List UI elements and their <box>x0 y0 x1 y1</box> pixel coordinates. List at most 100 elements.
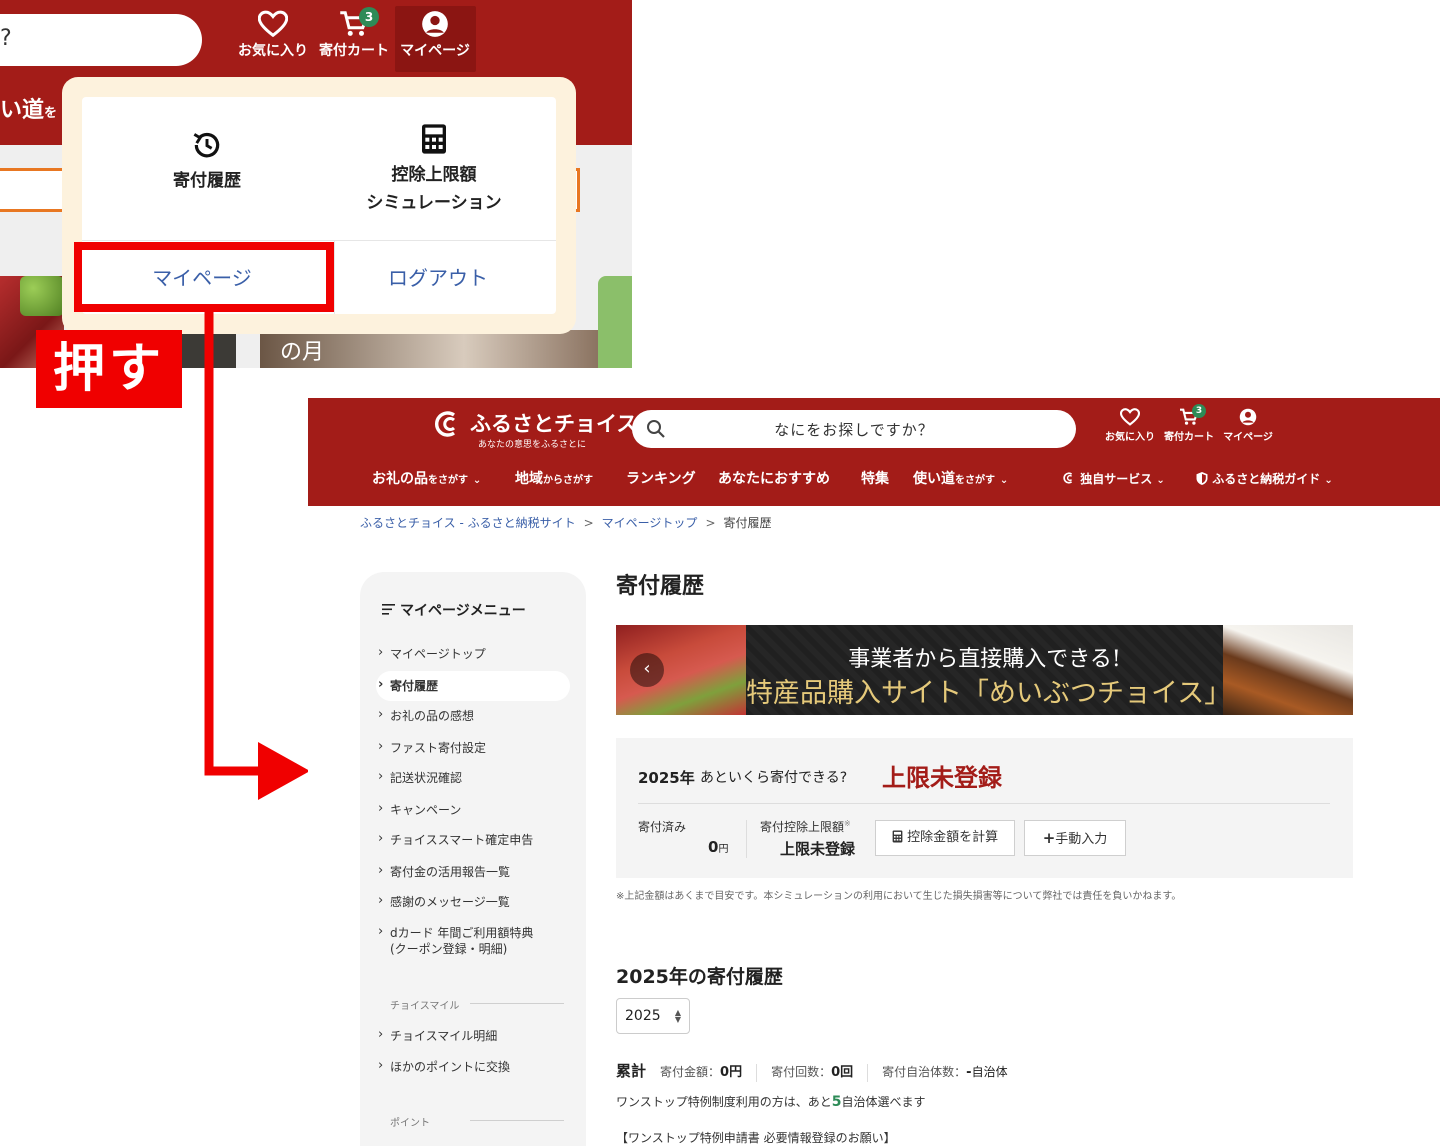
history-title: 2025年の寄付履歴 <box>616 966 783 988</box>
photo-card <box>180 330 236 368</box>
dropdown-divider-vertical <box>334 240 335 314</box>
logout-link[interactable]: ログアウト <box>338 262 538 291</box>
manual-input-button[interactable]: +手動入力 <box>1024 820 1126 856</box>
donated-amount: 0 <box>708 838 719 856</box>
nav-gifts-main: お礼の品 <box>372 471 428 487</box>
site-header: ふるさとチョイス あなたの意思をふるさとに なにをお探しですか？ お気に入り 寄… <box>308 398 1440 506</box>
nav-gifts[interactable]: お礼の品をさがす ⌄ <box>372 468 481 488</box>
onestop-pre: ワンストップ特例制度利用の方は、あと <box>616 1095 832 1109</box>
favorites-button[interactable]: お気に入り <box>1100 408 1160 443</box>
sidebar-item-reviews[interactable]: お礼の品の感想 <box>378 707 474 724</box>
donated-value: 0円 <box>708 838 728 856</box>
simulation-label-line1: 控除上限額 <box>391 165 477 185</box>
sidebar-item-mile-detail[interactable]: チョイスマイル明細 <box>378 1027 497 1044</box>
limit-simulation-box: 2025年 あといくら寄付できる? 上限未登録 寄付済み 0円 寄付控除上限額※… <box>616 738 1353 878</box>
chevron-down-icon: ⌄ <box>1324 475 1333 486</box>
sidebar-item-fast-donation[interactable]: ファスト寄付設定 <box>378 739 486 756</box>
dropdown-divider <box>82 240 556 241</box>
push-callout: 押す <box>36 330 182 408</box>
calculate-deduction-button[interactable]: 控除金額を計算 <box>875 820 1015 856</box>
cart-count-badge: 3 <box>359 7 379 27</box>
mypage-button[interactable]: マイページ <box>1218 408 1278 443</box>
heart-icon <box>1120 408 1140 426</box>
limit-simulation-menu-item[interactable]: 控除上限額 シミュレーション <box>344 123 524 217</box>
favorites-button[interactable]: お気に入り <box>233 10 313 60</box>
sidebar-item-dcard[interactable]: dカード 年間ご利用額特典 (クーポン登録・明細) <box>378 924 534 957</box>
sidebar-title: マイページメニュー <box>382 600 526 620</box>
sidebar-item-point-exchange[interactable]: ほかのポイントに交換 <box>378 1058 510 1075</box>
nav-guide[interactable]: ふるさと納税ガイド ⌄ <box>1196 470 1333 487</box>
breadcrumb-separator: > <box>583 516 594 530</box>
dcard-line1: dカード 年間ご利用額特典 <box>390 926 534 940</box>
count-label: 寄付回数： <box>771 1065 832 1079</box>
page-title: 寄付履歴 <box>616 574 705 599</box>
sidebar-item-donation-history[interactable]: 寄付履歴 <box>378 677 438 694</box>
search-input[interactable]: なにをお探しですか？ <box>632 410 1076 448</box>
history-label: 寄付履歴 <box>173 171 241 191</box>
donation-history-menu-item[interactable]: 寄付履歴 <box>122 129 292 195</box>
sidebar-item-usage-reports[interactable]: 寄付金の活用報告一覧 <box>378 863 510 880</box>
sidebar-item-shipping[interactable]: 記送状況確認 <box>378 769 462 786</box>
chevron-down-icon: ⌄ <box>1156 475 1165 486</box>
sidebar-item-messages[interactable]: 感謝のメッセージ一覧 <box>378 893 510 910</box>
onestop-post: 自治体選べます <box>841 1095 926 1109</box>
donated-label: 寄付済み <box>638 820 687 834</box>
search-input-fragment[interactable]: ? <box>0 14 202 66</box>
sidebar-item-tax-return[interactable]: チョイススマート確定申告 <box>378 831 533 848</box>
onestop-info: ワンストップ特例制度利用の方は、あと5自治体選べます <box>616 1093 926 1110</box>
muni-label: 寄付自治体数： <box>882 1065 967 1079</box>
limit-note-mark: ※ <box>844 819 851 828</box>
usage-text-small: を <box>44 106 58 121</box>
nav-usage[interactable]: 使い道をさがす ⌄ <box>913 468 1008 488</box>
sidebar-section-line <box>470 1003 564 1004</box>
nav-usage-sub: をさがす <box>955 475 995 486</box>
usage-text: い道 <box>0 98 45 123</box>
highlight-box <box>74 242 334 312</box>
nav-ranking[interactable]: ランキング <box>626 468 696 488</box>
main-nav: お礼の品をさがす ⌄ 地域からさがす ランキング あなたにおすすめ 特集 使い道… <box>308 466 1440 494</box>
meibutsu-banner[interactable]: 事業者から直接購入できる! 特産品購入サイト「めいぶつチョイス」 ‹ <box>616 625 1353 715</box>
breadcrumb-current: 寄付履歴 <box>723 516 772 530</box>
user-icon <box>422 11 448 37</box>
nav-feature[interactable]: 特集 <box>861 468 889 488</box>
sim-question: あといくら寄付できる? <box>700 770 848 786</box>
cart-label: 寄付カート <box>1164 432 1214 443</box>
count-value: 0回 <box>831 1065 854 1080</box>
amount-value: 0円 <box>720 1065 743 1080</box>
simulation-disclaimer: ※上記金額はあくまで目安です。本シミュレーションの利用において生じた損失損害等に… <box>616 891 1182 902</box>
banner-line2: 特産品購入サイト「めいぶつチョイス」 <box>746 678 1232 709</box>
usage-nav-fragment[interactable]: い道を <box>0 92 57 124</box>
cart-button[interactable]: 寄付カート <box>1159 408 1219 443</box>
limit-label: 寄付控除上限額※ <box>760 818 851 835</box>
year-select[interactable]: 2025 ▲ ▼ <box>616 998 690 1034</box>
nav-services[interactable]: 独自サービス ⌄ <box>1062 470 1165 487</box>
shield-icon <box>1196 472 1208 485</box>
calculator-icon <box>892 830 903 843</box>
breadcrumb-mypage[interactable]: マイページトップ <box>602 516 698 530</box>
rice-photo: の月 <box>260 330 600 368</box>
breadcrumb-separator: > <box>705 516 716 530</box>
cart-button[interactable]: 寄付カート <box>314 10 394 60</box>
breadcrumb-home[interactable]: ふるさとチョイス - ふるさと納税サイト <box>360 516 576 530</box>
rice-photo-text: の月 <box>280 340 325 365</box>
sidebar-section-line <box>470 1120 564 1121</box>
nav-region[interactable]: 地域からさがす <box>515 468 593 488</box>
amount-label: 寄付金額： <box>660 1065 721 1079</box>
sidebar-item-mypage-top[interactable]: マイページトップ <box>378 645 486 662</box>
sidebar-item-campaign[interactable]: キャンペーン <box>378 801 461 818</box>
banner-prev-button[interactable]: ‹ <box>630 653 664 687</box>
simulation-label-line2: シミュレーション <box>366 193 502 213</box>
choice-logo-icon <box>1063 472 1073 484</box>
arrow-line <box>204 312 262 776</box>
summary-divider <box>756 1063 758 1082</box>
search-placeholder: なにをお探しですか？ <box>774 421 934 439</box>
mypage-button[interactable]: マイページ <box>395 10 475 60</box>
nav-region-main: 地域 <box>515 471 543 487</box>
sim-year: 2025年 <box>638 769 695 787</box>
nav-recommend[interactable]: あなたにおすすめ <box>718 468 830 488</box>
nav-services-label: 独自サービス <box>1080 472 1153 486</box>
logo-name: ふるさとチョイス <box>470 412 638 436</box>
favorites-label: お気に入り <box>1105 432 1155 443</box>
breadcrumb: ふるさとチョイス - ふるさと納税サイト > マイページトップ > 寄付履歴 <box>360 514 772 531</box>
calculator-icon <box>422 124 446 154</box>
